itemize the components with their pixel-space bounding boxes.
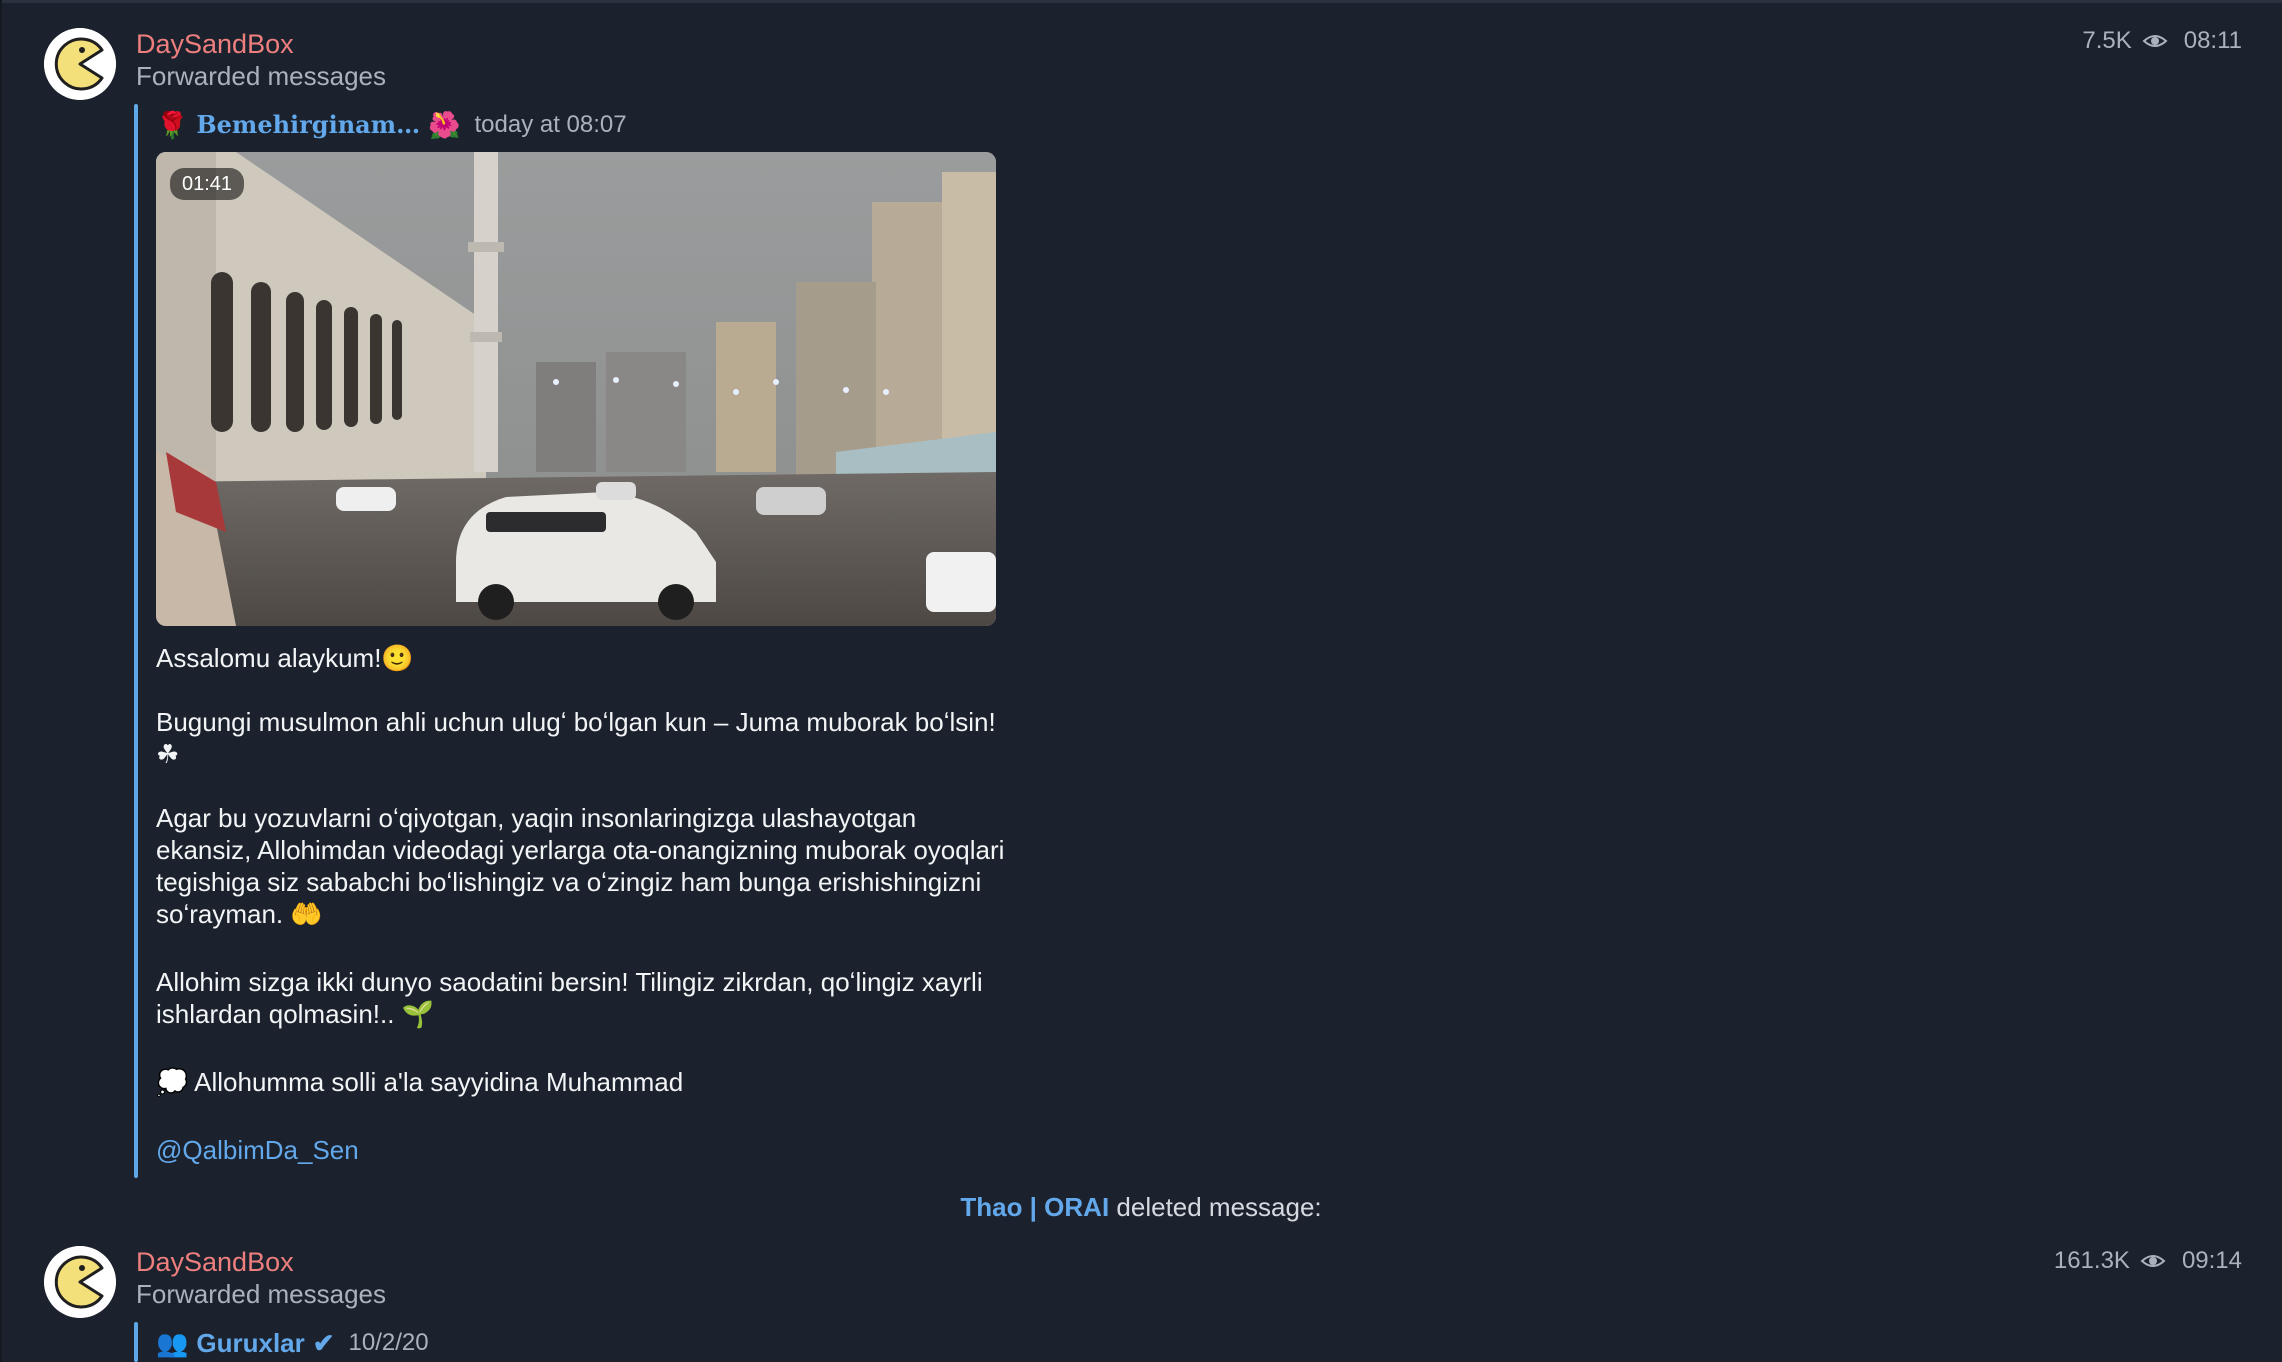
avatar[interactable] (44, 28, 116, 100)
message-text: Assalomu alaykum!🙂 Bugungi musulmon ahli… (156, 642, 1016, 1166)
group-emoji: 👥 (156, 1328, 189, 1358)
view-count: 7.5K (2082, 27, 2132, 54)
forward-source-name[interactable]: Bemehirginam… (196, 108, 420, 142)
video-frame-image (156, 152, 996, 626)
forward-date: today at 08:07 (474, 111, 627, 138)
forward-date: 10/2/20 (348, 1329, 429, 1356)
message-time: 09:14 (2181, 1247, 2242, 1274)
service-actor[interactable]: Thao | ORAI (960, 1192, 1109, 1222)
service-message: Thao | ORAI deleted message: (0, 1190, 2282, 1224)
channel-link[interactable]: @QalbimDa_Sen (156, 1135, 359, 1165)
eye-icon (2140, 1255, 2166, 1267)
author-name[interactable]: DaySandBox (136, 1246, 294, 1278)
video-duration-badge: 01:41 (170, 168, 245, 200)
avatar[interactable] (44, 1246, 116, 1318)
pacman-avatar-icon (44, 28, 116, 100)
eye-icon (2142, 35, 2168, 47)
forward-quote-bar (134, 1322, 138, 1362)
paragraph-blessing: Allohim sizga ikki dunyo saodatini bersi… (156, 967, 983, 1029)
pacman-avatar-icon (44, 1246, 116, 1318)
paragraph-juma: Bugungi musulmon ahli uchun ulugʻ boʻlga… (156, 707, 996, 769)
window-top-border (0, 0, 2282, 3)
view-count: 161.3K (2053, 1247, 2130, 1274)
forward-header: 🌹 Bemehirginam… 🌺 today at 08:07 (156, 108, 627, 142)
forward-quote-bar (134, 104, 138, 1178)
forward-header: 👥 Guruxlar ✔ 10/2/20 (156, 1326, 429, 1360)
forward-source-name[interactable]: Guruxlar (196, 1326, 304, 1360)
forwarded-label: Forwarded messages (136, 61, 386, 91)
paragraph-salawat: 💭 Allohumma solli a'la sayyidina Muhamma… (156, 1067, 684, 1097)
message-time: 08:11 (2183, 27, 2242, 54)
video-thumbnail[interactable]: 01:41 (156, 152, 996, 626)
forwarded-label: Forwarded messages (136, 1279, 386, 1309)
flower-emoji: 🌺 (428, 110, 461, 140)
window-left-border (0, 0, 2, 1362)
rose-emoji: 🌹 (156, 110, 189, 140)
paragraph-greeting: Assalomu alaykum!🙂 (156, 643, 414, 673)
message-meta: 7.5K 08:11 (2082, 26, 2242, 56)
signature-line: @QalbimDa_Sen (156, 1134, 1016, 1166)
paragraph-prayer: Agar bu yozuvlarni oʻqiyotgan, yaqin ins… (156, 803, 1005, 929)
service-text: deleted message: (1116, 1192, 1322, 1222)
message-meta: 161.3K 09:14 (2054, 1246, 2242, 1276)
author-name[interactable]: DaySandBox (136, 28, 294, 60)
verified-icon: ✔ (312, 1328, 335, 1358)
